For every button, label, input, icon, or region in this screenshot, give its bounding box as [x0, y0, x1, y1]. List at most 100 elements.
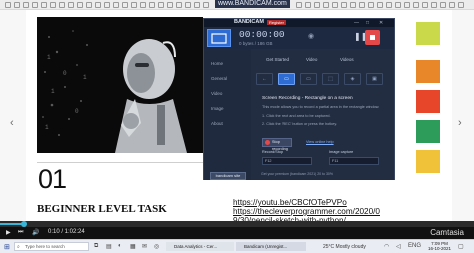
stop-recording-button[interactable]: Stop recording	[262, 138, 292, 151]
image-capture-hotkey[interactable]: F11	[329, 157, 379, 165]
side-thumbnail[interactable]	[416, 150, 440, 173]
taskbar-clock[interactable]: 7:09 PM 16-10-2021	[428, 241, 451, 251]
next-icon[interactable]: ⏭	[18, 229, 23, 236]
sidebar-item-video[interactable]: Video	[211, 91, 222, 96]
sidebar-item-home[interactable]: Home	[211, 61, 223, 66]
rectangle-mode-button[interactable]	[207, 29, 231, 47]
tab-icon[interactable]	[377, 2, 383, 8]
tab-icon[interactable]	[104, 2, 110, 8]
windows-start-icon[interactable]: ⊞	[4, 243, 10, 251]
tab-icon[interactable]	[323, 2, 329, 8]
mode-rectangle-icon[interactable]: ▭	[278, 73, 295, 85]
tab-icon[interactable]	[167, 2, 173, 8]
article-link-part-1[interactable]: https://thecleverprogrammer.com/2020/0	[233, 207, 380, 216]
bandicam-site-banner[interactable]: bandicam site	[210, 172, 246, 180]
speaker-icon[interactable]: ◁	[396, 243, 401, 250]
wifi-icon[interactable]: ◠	[384, 243, 389, 250]
tab-icon[interactable]	[395, 2, 401, 8]
tab-icon[interactable]	[158, 2, 164, 8]
mode-game-icon[interactable]: ◈	[344, 73, 361, 85]
volume-icon[interactable]: 🔊	[32, 229, 39, 236]
tab-icon[interactable]	[176, 2, 182, 8]
store-icon[interactable]: ▦	[130, 243, 136, 250]
tab-icon[interactable]	[368, 2, 374, 8]
side-thumbnail[interactable]	[416, 120, 440, 143]
stop-record-button[interactable]	[365, 30, 380, 45]
record-stop-hotkey[interactable]: F12	[262, 157, 312, 165]
side-thumbnail[interactable]	[416, 60, 440, 83]
tab-icon[interactable]	[440, 2, 446, 8]
tab-icon[interactable]	[431, 2, 437, 8]
windows-taskbar: ⊞ ⌕ Type here to search ⧉ ▤ ◐ ▦ ✉ ◎ Data …	[0, 239, 474, 253]
tab-icon[interactable]	[332, 2, 338, 8]
sidebar-item-image[interactable]: Image	[211, 106, 224, 111]
maximize-icon[interactable]: □	[366, 20, 369, 26]
tab-icon[interactable]	[68, 2, 74, 8]
taskbar-app-data-analytics[interactable]: Data Analytics - Cer...	[166, 242, 234, 251]
tab-icon[interactable]	[341, 2, 347, 8]
tab-icon[interactable]	[404, 2, 410, 8]
mode-device-icon[interactable]: ▣	[366, 73, 383, 85]
notification-icon[interactable]: ▢	[458, 243, 464, 250]
mode-fullscreen-icon[interactable]: ▭	[300, 73, 317, 85]
tab-get-started[interactable]: Get Started	[266, 57, 289, 62]
tab-icon[interactable]	[131, 2, 137, 8]
next-arrow-icon[interactable]: ›	[458, 117, 462, 129]
tab-icon[interactable]	[32, 2, 38, 8]
tab-icon[interactable]	[350, 2, 356, 8]
prev-arrow-icon[interactable]: ‹	[10, 117, 14, 129]
tab-icon[interactable]	[314, 2, 320, 8]
youtube-link[interactable]: https://youtu.be/CBCfOTePVPo	[233, 198, 347, 207]
tab-icon[interactable]	[5, 2, 11, 8]
tab-icon[interactable]	[95, 2, 101, 8]
language-icon[interactable]: ENG	[408, 243, 421, 249]
side-thumbnail[interactable]	[416, 90, 440, 113]
task-view-icon[interactable]: ⧉	[94, 243, 98, 250]
tab-videos[interactable]: Videos	[340, 57, 354, 62]
tab-icon[interactable]	[50, 2, 56, 8]
tab-icon[interactable]	[194, 2, 200, 8]
tab-icon[interactable]	[59, 2, 65, 8]
tab-icon[interactable]	[77, 2, 83, 8]
tab-icon[interactable]	[458, 2, 464, 8]
side-thumbnail[interactable]	[416, 22, 440, 45]
tab-icon[interactable]	[449, 2, 455, 8]
tab-icon[interactable]	[305, 2, 311, 8]
tab-icon[interactable]	[185, 2, 191, 8]
taskbar-search[interactable]: ⌕ Type here to search	[14, 242, 89, 251]
camera-icon[interactable]: ◉	[308, 32, 314, 40]
minimize-icon[interactable]: —	[354, 20, 359, 26]
tab-icon[interactable]	[203, 2, 209, 8]
tab-icon[interactable]	[413, 2, 419, 8]
mail-icon[interactable]: ✉	[142, 243, 147, 250]
tab-icon[interactable]	[149, 2, 155, 8]
mode-region-icon[interactable]: ⬚	[322, 73, 339, 85]
sidebar-item-about[interactable]: About	[211, 121, 223, 126]
tab-icon[interactable]	[386, 2, 392, 8]
register-badge[interactable]: Register	[267, 20, 286, 25]
sidebar-item-general[interactable]: General	[211, 76, 227, 81]
online-help-link[interactable]: View online help	[306, 140, 334, 144]
mode-back-icon[interactable]: ←	[256, 73, 273, 85]
edge-icon[interactable]: ◐	[118, 243, 122, 249]
tab-icon[interactable]	[86, 2, 92, 8]
file-explorer-icon[interactable]: ▤	[106, 243, 112, 250]
tab-icon[interactable]	[41, 2, 47, 8]
tab-icon[interactable]	[422, 2, 428, 8]
tab-icon[interactable]	[14, 2, 20, 8]
tab-icon[interactable]	[122, 2, 128, 8]
tab-icon[interactable]	[140, 2, 146, 8]
tab-icon[interactable]	[113, 2, 119, 8]
tab-video[interactable]: Video	[306, 57, 317, 62]
weather-widget[interactable]: 25°C Mostly cloudy	[323, 244, 366, 250]
play-icon[interactable]: ▶	[6, 229, 11, 236]
taskbar-app-bandicam[interactable]: Bandicam (Unregist...	[236, 242, 306, 251]
tab-icon[interactable]	[296, 2, 302, 8]
close-icon[interactable]: ✕	[379, 20, 383, 26]
chrome-icon[interactable]: ◎	[154, 243, 159, 250]
tab-icon[interactable]	[23, 2, 29, 8]
divider	[37, 162, 203, 163]
recording-timer: 00:00:00	[239, 29, 285, 40]
tab-icon[interactable]	[359, 2, 365, 8]
task-title: BEGINNER LEVEL TASK	[37, 203, 167, 215]
